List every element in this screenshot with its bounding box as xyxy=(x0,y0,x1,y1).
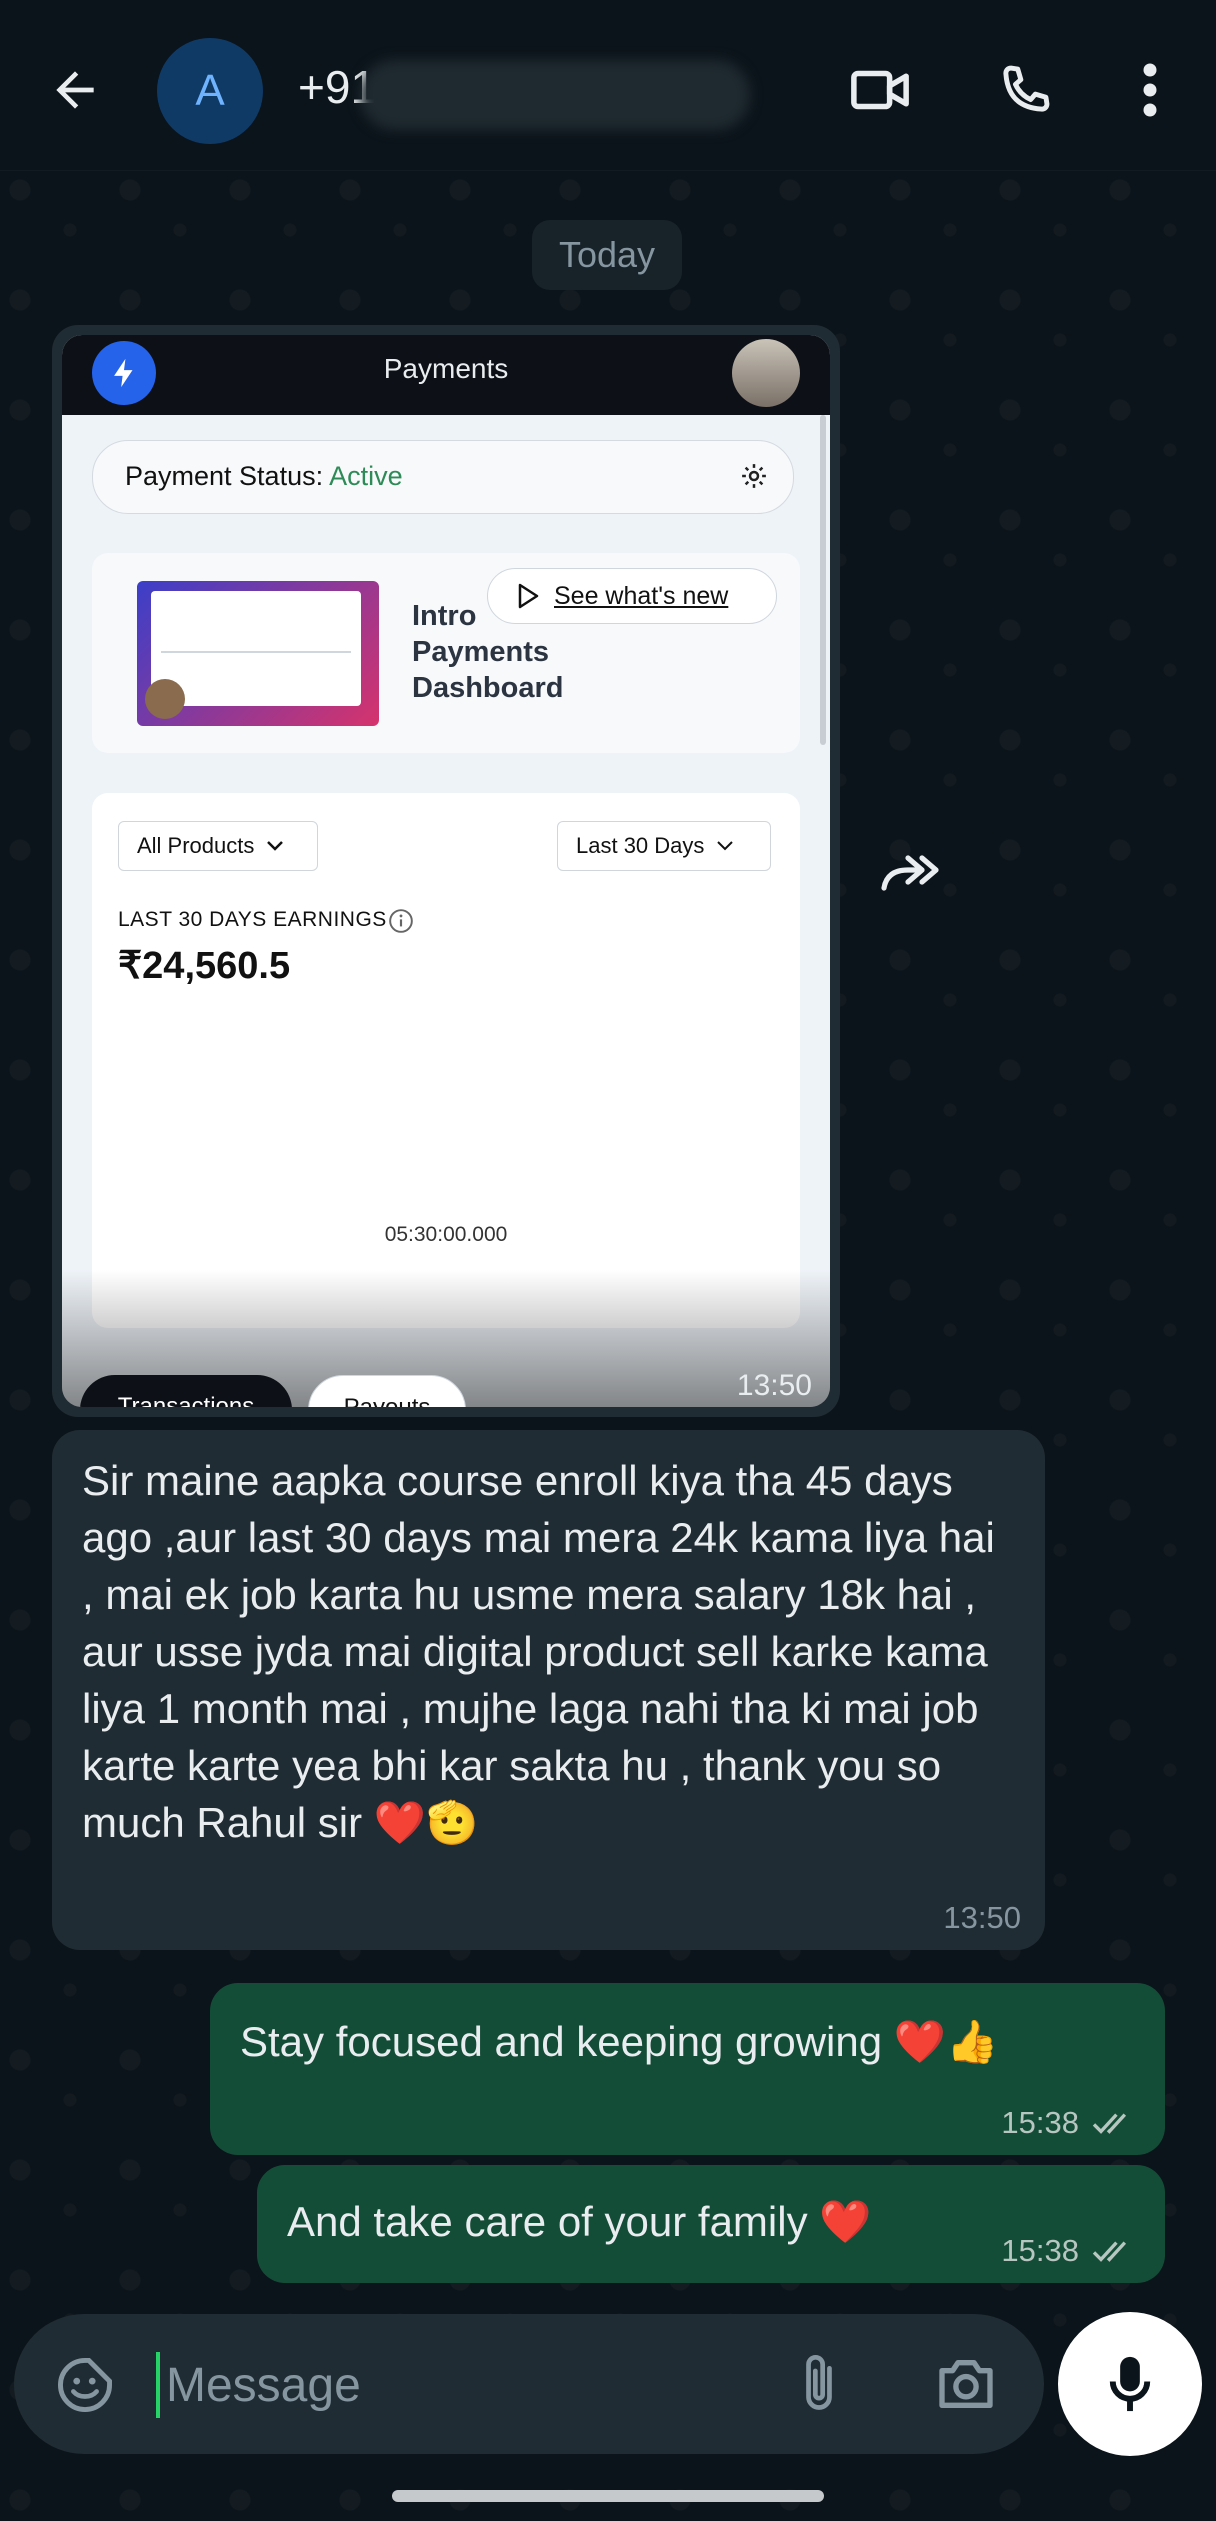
info-icon xyxy=(388,908,414,939)
chevron-down-icon xyxy=(717,841,734,851)
screenshot-scrollbar xyxy=(820,415,826,745)
message-text: Stay focused and keeping growing ❤️👍 xyxy=(240,2018,999,2065)
see-whats-new-button: See what's new xyxy=(487,568,777,624)
image-message[interactable]: Payments Payment Status: Active Intro Pa… xyxy=(52,325,840,1417)
status-label: Payment Status: xyxy=(125,461,324,491)
earnings-card: All Products Last 30 Days LAST 30 DAYS E… xyxy=(92,793,800,1328)
chat-header: A +91 xyxy=(0,0,1216,171)
double-check-icon xyxy=(1092,2113,1127,2134)
attach-icon[interactable] xyxy=(794,2350,844,2423)
more-vertical-icon[interactable] xyxy=(1120,50,1180,130)
all-products-dropdown: All Products xyxy=(118,821,318,871)
message-input[interactable] xyxy=(164,2344,768,2426)
date-chip: Today xyxy=(532,220,682,290)
profile-photo xyxy=(732,339,800,407)
incoming-message[interactable]: Sir maine aapka course enroll kiya tha 4… xyxy=(52,1430,1045,1950)
mic-icon[interactable] xyxy=(1058,2312,1202,2456)
phone-icon[interactable] xyxy=(985,50,1065,130)
message-meta: 15:38 xyxy=(1001,2233,1139,2269)
emoji-sticker-icon[interactable] xyxy=(54,2354,116,2421)
gear-icon xyxy=(739,461,769,496)
screenshot-topbar: Payments xyxy=(62,335,830,415)
message-time: 15:38 xyxy=(1001,2233,1079,2268)
message-time: 13:50 xyxy=(943,1900,1021,1935)
dropdown-label: All Products xyxy=(137,833,255,858)
earnings-label: LAST 30 DAYS EARNINGS xyxy=(118,908,387,931)
avatar[interactable]: A xyxy=(157,38,263,144)
chevron-down-icon xyxy=(267,841,284,851)
promo-line: Payments xyxy=(412,636,550,668)
outgoing-message[interactable]: And take care of your family ❤️ 15:38 xyxy=(257,2165,1165,2283)
see-whats-new-label: See what's new xyxy=(554,581,729,610)
status-value: Active xyxy=(329,461,403,491)
home-indicator[interactable] xyxy=(392,2490,824,2502)
message-composer xyxy=(14,2314,1044,2454)
redacted-name xyxy=(360,60,750,130)
double-check-icon xyxy=(1092,2241,1127,2262)
forward-icon[interactable] xyxy=(870,832,954,916)
promo-card: Intro Payments Dashboard See what's new xyxy=(92,553,800,753)
message-meta: 15:38 xyxy=(1001,2105,1139,2141)
video-call-icon[interactable] xyxy=(840,50,920,130)
message-time: 13:50 xyxy=(736,1369,812,1402)
tab-payouts: Payouts xyxy=(308,1375,466,1407)
play-icon xyxy=(518,583,539,609)
message-time: 15:38 xyxy=(1001,2105,1079,2140)
dropdown-label: Last 30 Days xyxy=(576,833,705,858)
outgoing-message[interactable]: Stay focused and keeping growing ❤️👍 15:… xyxy=(210,1983,1165,2155)
payments-screenshot[interactable]: Payments Payment Status: Active Intro Pa… xyxy=(62,335,830,1407)
text-cursor xyxy=(156,2352,160,2418)
promo-thumbnail xyxy=(137,581,379,726)
screenshot-title: Payments xyxy=(383,353,509,384)
camera-icon[interactable] xyxy=(934,2354,998,2419)
chart-axis-time: 05:30:00.000 xyxy=(384,1223,508,1246)
avatar-letter: A xyxy=(195,66,225,115)
promo-line: Dashboard xyxy=(412,672,564,704)
back-arrow-icon[interactable] xyxy=(40,55,110,125)
earnings-value: ₹24,560.5 xyxy=(118,945,291,987)
tab-transactions: Transactions xyxy=(80,1375,292,1407)
payment-status-card: Payment Status: Active xyxy=(92,440,794,514)
message-text: Sir maine aapka course enroll kiya tha 4… xyxy=(82,1457,995,1846)
last-30-days-dropdown: Last 30 Days xyxy=(557,821,771,871)
